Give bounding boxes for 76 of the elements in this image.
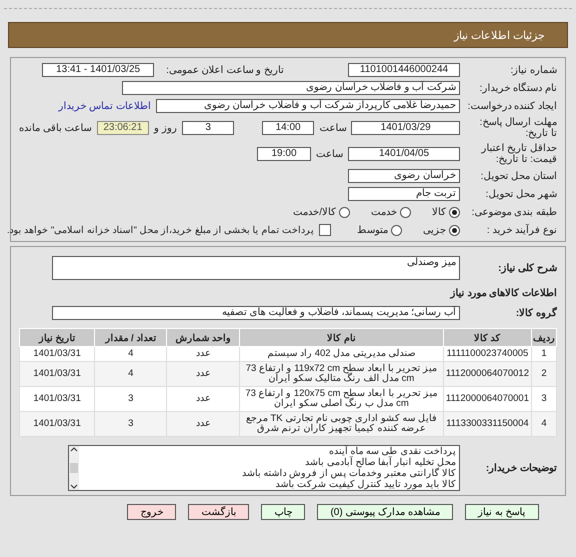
table-cell: 1113300331150004 bbox=[443, 412, 532, 436]
remaining-time-field: 23:06:21 bbox=[96, 121, 150, 135]
action-button[interactable]: پاسخ به نیاز bbox=[465, 504, 539, 520]
goods-group-field: آب رسانی؛ مدیریت پسماند، فاضلاب و فعالیت های تصفیه bbox=[52, 306, 460, 320]
field-label: نوع فرآیند خرید : bbox=[486, 224, 557, 236]
column-header: تاریخ نیاز bbox=[20, 328, 95, 346]
field-label: ساعت bbox=[316, 148, 343, 160]
field-label: روز و bbox=[154, 122, 177, 134]
need-number-field: 1101001446000244 bbox=[348, 63, 460, 77]
field-label: استان محل تحویل: bbox=[480, 170, 557, 182]
field-label: شرح کلی نیاز: bbox=[497, 262, 557, 274]
description-field: میز وصندلی bbox=[52, 256, 460, 280]
validity-time-field: 19:00 bbox=[257, 147, 311, 161]
note-line: کالا باید مورد تایید کنترل کیفیت شرکت باشد bbox=[274, 479, 456, 490]
radio-button[interactable] bbox=[339, 206, 350, 218]
section-heading: اطلاعات کالاهای مورد نیاز bbox=[450, 287, 557, 299]
table-cell: 2 bbox=[532, 362, 556, 386]
column-header: واحد شمارش bbox=[166, 328, 240, 346]
table-cell: عدد bbox=[166, 362, 240, 386]
radio-button[interactable] bbox=[449, 224, 460, 236]
checkbox[interactable] bbox=[319, 224, 331, 236]
table-cell: 1112000064070012 bbox=[443, 362, 532, 386]
radio-label: کالا bbox=[432, 206, 446, 218]
field-label: ساعت bbox=[319, 122, 346, 134]
deadline-date-field: 1401/03/29 bbox=[351, 121, 460, 135]
radio-label: خدمت bbox=[371, 206, 397, 218]
table-cell: 4 bbox=[532, 412, 556, 436]
field-label: تاریخ و ساعت اعلان عمومی: bbox=[166, 64, 284, 76]
table-cell: 1401/03/31 bbox=[20, 362, 95, 386]
city-field: تربت جام bbox=[348, 187, 460, 201]
field-label: حداقل تاریخ اعتبار قیمت: تا تاریخ: bbox=[480, 143, 557, 165]
field-label: شهر محل تحویل: bbox=[484, 188, 557, 200]
column-header: نام کالا bbox=[240, 328, 444, 346]
field-label: ساعت باقی مانده bbox=[18, 122, 92, 134]
days-field: 3 bbox=[182, 121, 234, 135]
field-label: توضیحات خریدار: bbox=[484, 462, 557, 474]
field-label: نام دستگاه خریدار: bbox=[478, 82, 557, 94]
buyer-field: شرکت آب و فاضلاب خراسان رضوی bbox=[122, 81, 460, 95]
validity-date-field: 1401/04/05 bbox=[348, 147, 460, 161]
field-label: ایجاد کننده درخواست: bbox=[466, 100, 557, 112]
radio-label: کالا/خدمت bbox=[293, 206, 336, 218]
column-header: کد کالا bbox=[443, 328, 532, 346]
radio-button[interactable] bbox=[391, 224, 402, 236]
scrollbar-thumb[interactable] bbox=[70, 463, 78, 473]
action-button[interactable]: بازگشت bbox=[188, 504, 250, 520]
column-header: تعداد / مقدار bbox=[94, 328, 167, 346]
scroll-up-icon[interactable] bbox=[70, 446, 78, 452]
radio-label: جزیی bbox=[423, 224, 446, 236]
action-button[interactable]: مشاهده مدارک پیوستی (0) bbox=[317, 504, 454, 520]
announce-date-field: 1401/03/25 - 13:41 bbox=[42, 63, 154, 77]
table-cell: 1401/03/31 bbox=[20, 412, 95, 436]
contact-link[interactable]: اطلاعات تماس خریدار bbox=[58, 100, 151, 112]
action-button[interactable]: چاپ bbox=[261, 504, 306, 520]
column-header: ردیف bbox=[532, 328, 556, 346]
page-header: جزئیات اطلاعات نیاز bbox=[8, 22, 568, 48]
table-cell: عدد bbox=[166, 412, 240, 436]
scroll-down-icon[interactable] bbox=[70, 484, 78, 490]
table-cell: میز تحریر با ابعاد سطح 119x72 cm و ارتفاع 73 cm مدل الف رنگ متالیک سکو ایران bbox=[240, 362, 444, 386]
creator-field: حمیدرضا غلامی کارپرداز شرکت آب و فاضلاب خراسان رضوی bbox=[156, 99, 460, 113]
deadline-time-field: 14:00 bbox=[262, 121, 314, 135]
radio-label: متوسط bbox=[357, 224, 388, 236]
field-label: شماره نیاز: bbox=[509, 64, 557, 76]
note-line: محل تخلیه انبار آبفا صالح آبادمی باشد bbox=[304, 457, 456, 468]
table-cell: فایل سه کشو اداری چوبی نام تجارتی TK مرجع عرضه کننده کیمیا تجهیز کاران ترنم شرق bbox=[240, 412, 444, 436]
note-line: پرداخت نقدی طی سه ماه آینده bbox=[328, 446, 456, 457]
field-label: مهلت ارسال پاسخ: تا تاریخ: bbox=[478, 117, 557, 139]
checkbox-label: پرداخت تمام یا بخشی از مبلغ خرید،از محل "اسناد خزانه اسلامی" خواهد بود. bbox=[6, 224, 314, 236]
table-cell: 3 bbox=[94, 412, 167, 436]
radio-button[interactable] bbox=[449, 206, 460, 218]
action-button[interactable]: خروج bbox=[127, 504, 176, 520]
radio-button[interactable] bbox=[400, 206, 411, 218]
field-label: طبقه بندی موضوعی: bbox=[470, 206, 557, 218]
province-field: خراسان رضوی bbox=[348, 169, 460, 183]
note-line: کالا گارانتی معتبر وخدمات پس از فروش داشته باشد bbox=[240, 468, 456, 479]
field-label: گروه کالا: bbox=[514, 308, 557, 318]
table-cell: 4 bbox=[94, 362, 167, 386]
